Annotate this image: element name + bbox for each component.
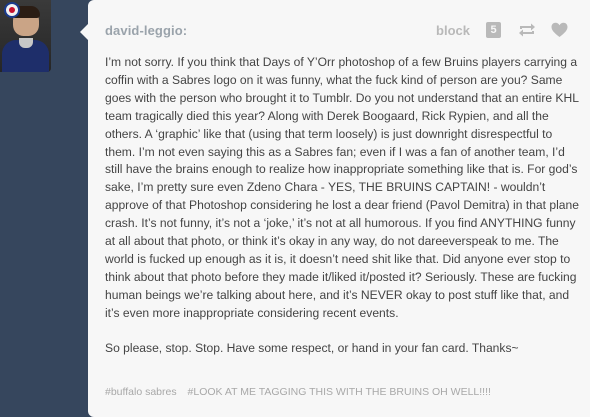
block-button[interactable]: block: [436, 23, 470, 38]
post-paragraph: So please, stop. Stop. Have some respect…: [105, 340, 519, 355]
sabres-logo-icon: [4, 2, 20, 18]
note-count-badge[interactable]: 5: [486, 22, 501, 38]
post-tags: #buffalo sabres #LOOK AT ME TAGGING THIS…: [105, 386, 499, 398]
avatar-collar: [19, 38, 33, 48]
post-controls: block 5: [436, 20, 568, 40]
post-paragraph: I’m not sorry. If you think that Days of…: [105, 55, 579, 320]
reblog-icon[interactable]: [517, 22, 537, 38]
post-body: I’m not sorry. If you think that Days of…: [105, 54, 581, 358]
tag-link[interactable]: #buffalo sabres: [105, 386, 177, 398]
avatar[interactable]: [0, 0, 51, 72]
post-pointer-arrow: [80, 24, 88, 40]
tag-link[interactable]: #LOOK AT ME TAGGING THIS WITH THE BRUINS…: [188, 386, 491, 398]
post-username[interactable]: david-leggio:: [105, 23, 187, 38]
post-card: david-leggio: block 5 I’m not sorry. If …: [88, 0, 590, 417]
heart-icon[interactable]: [551, 22, 568, 38]
